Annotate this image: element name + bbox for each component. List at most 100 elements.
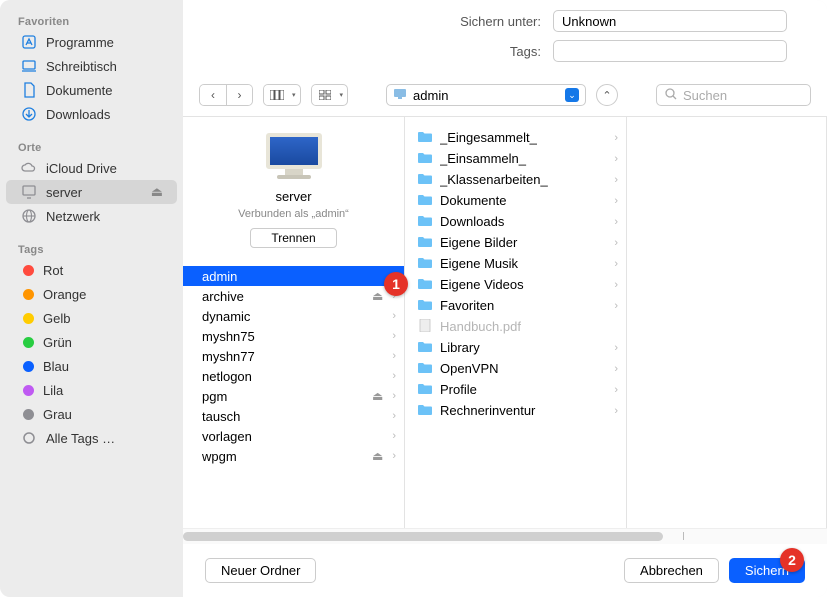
sidebar-tag-gelb[interactable]: Gelb bbox=[6, 306, 177, 330]
view-grid-button[interactable]: ▾ bbox=[311, 84, 349, 106]
folder-icon bbox=[417, 361, 433, 377]
folder-row[interactable]: _Klassenarbeiten_› bbox=[405, 169, 626, 190]
annotation-marker-1: 1 bbox=[384, 272, 408, 296]
chevron-right-icon: › bbox=[614, 279, 618, 291]
path-dropdown-icon: ⌄ bbox=[565, 88, 579, 102]
sidebar-item-dokumente[interactable]: Dokumente bbox=[6, 78, 177, 102]
sidebar-section-favorites: Favoriten bbox=[0, 10, 183, 30]
chevron-right-icon: › bbox=[614, 363, 618, 375]
sidebar-tag-blau[interactable]: Blau bbox=[6, 354, 177, 378]
collapse-button[interactable]: ⌃ bbox=[596, 84, 618, 106]
search-placeholder: Suchen bbox=[683, 88, 727, 103]
tag-dot-icon bbox=[23, 289, 34, 300]
share-row[interactable]: tausch› bbox=[183, 406, 404, 426]
folder-icon bbox=[417, 172, 433, 188]
share-row[interactable]: dynamic› bbox=[183, 306, 404, 326]
sidebar-item-icloud-drive[interactable]: iCloud Drive bbox=[6, 156, 177, 180]
sidebar-item-server[interactable]: server⏏ bbox=[6, 180, 177, 204]
folder-row[interactable]: _Eingesammelt_› bbox=[405, 127, 626, 148]
folder-row[interactable]: _Einsammeln_› bbox=[405, 148, 626, 169]
eject-icon[interactable]: ⏏ bbox=[151, 184, 163, 200]
save-dialog: Favoriten ProgrammeSchreibtischDokumente… bbox=[0, 0, 827, 597]
chevron-right-icon: › bbox=[614, 384, 618, 396]
sidebar-item-schreibtisch[interactable]: Schreibtisch bbox=[6, 54, 177, 78]
cancel-button[interactable]: Abbrechen bbox=[624, 558, 719, 583]
folder-icon bbox=[417, 214, 433, 230]
sidebar-item-programme[interactable]: Programme bbox=[6, 30, 177, 54]
chevron-right-icon: › bbox=[614, 195, 618, 207]
folder-row[interactable]: Favoriten› bbox=[405, 295, 626, 316]
tag-dot-icon bbox=[23, 337, 34, 348]
tags-label: Tags: bbox=[223, 44, 553, 59]
eject-icon[interactable]: ⏏ bbox=[372, 389, 383, 403]
chevron-right-icon: › bbox=[614, 237, 618, 249]
path-popup[interactable]: admin ⌄ bbox=[386, 84, 586, 106]
chevron-right-icon: › bbox=[392, 410, 396, 422]
server-icon bbox=[262, 133, 326, 183]
folder-row[interactable]: Eigene Bilder› bbox=[405, 232, 626, 253]
tags-field[interactable] bbox=[553, 40, 787, 62]
file-icon bbox=[417, 319, 433, 335]
folder-icon bbox=[417, 256, 433, 272]
nav-forward-button[interactable]: › bbox=[226, 85, 252, 105]
share-row[interactable]: vorlagen› bbox=[183, 426, 404, 446]
eject-icon[interactable]: ⏏ bbox=[372, 289, 383, 303]
chevron-right-icon: › bbox=[392, 350, 396, 362]
sidebar: Favoriten ProgrammeSchreibtischDokumente… bbox=[0, 0, 183, 597]
disconnect-button[interactable]: Trennen bbox=[250, 228, 336, 248]
sidebar-tag-lila[interactable]: Lila bbox=[6, 378, 177, 402]
horizontal-scrollbar[interactable] bbox=[183, 528, 827, 544]
chevron-right-icon: › bbox=[614, 300, 618, 312]
all-tags-icon bbox=[20, 429, 38, 447]
display-icon bbox=[20, 183, 38, 201]
folder-row[interactable]: Library› bbox=[405, 337, 626, 358]
chevron-right-icon: › bbox=[614, 132, 618, 144]
folder-row[interactable]: Dokumente› bbox=[405, 190, 626, 211]
share-row[interactable]: myshn75› bbox=[183, 326, 404, 346]
folder-row[interactable]: Profile› bbox=[405, 379, 626, 400]
sidebar-tag-grau[interactable]: Grau bbox=[6, 402, 177, 426]
view-columns-button[interactable]: ▾ bbox=[263, 84, 301, 106]
annotation-marker-2: 2 bbox=[780, 548, 804, 572]
share-row[interactable]: myshn77› bbox=[183, 346, 404, 366]
tag-dot-icon bbox=[23, 313, 34, 324]
share-row[interactable]: admin› bbox=[183, 266, 404, 286]
tag-dot-icon bbox=[23, 265, 34, 276]
footer: Neuer Ordner Abbrechen Sichern bbox=[183, 544, 827, 597]
share-row[interactable]: wpgm⏏› bbox=[183, 446, 404, 466]
share-row[interactable]: netlogon› bbox=[183, 366, 404, 386]
sidebar-tag-orange[interactable]: Orange bbox=[6, 282, 177, 306]
chevron-right-icon: › bbox=[614, 405, 618, 417]
folder-icon bbox=[417, 403, 433, 419]
save-as-label: Sichern unter: bbox=[223, 14, 553, 29]
sidebar-item-all-tags[interactable]: Alle Tags … bbox=[6, 426, 177, 450]
server-status: Verbunden als „admin“ bbox=[238, 208, 349, 220]
folder-icon bbox=[417, 193, 433, 209]
folder-row[interactable]: Eigene Musik› bbox=[405, 253, 626, 274]
folder-row[interactable]: OpenVPN› bbox=[405, 358, 626, 379]
chevron-right-icon: › bbox=[392, 430, 396, 442]
chevron-right-icon: › bbox=[614, 216, 618, 228]
main-panel: Sichern unter: Tags: ‹ › ▾ ▾ admin ⌄ ⌃ bbox=[183, 0, 827, 597]
save-as-field[interactable] bbox=[553, 10, 787, 32]
share-row[interactable]: pgm⏏› bbox=[183, 386, 404, 406]
folder-icon bbox=[417, 340, 433, 356]
folder-row[interactable]: Rechnerinventur› bbox=[405, 400, 626, 421]
search-field[interactable]: Suchen bbox=[656, 84, 811, 106]
sidebar-item-downloads[interactable]: Downloads bbox=[6, 102, 177, 126]
nav-back-button[interactable]: ‹ bbox=[200, 85, 226, 105]
folder-row[interactable]: Downloads› bbox=[405, 211, 626, 232]
save-header: Sichern unter: Tags: bbox=[183, 0, 827, 84]
server-preview: server Verbunden als „admin“ Trennen bbox=[183, 117, 404, 256]
folder-row[interactable]: Eigene Videos› bbox=[405, 274, 626, 295]
sidebar-item-netzwerk[interactable]: Netzwerk bbox=[6, 204, 177, 228]
app-icon bbox=[20, 33, 38, 51]
share-row[interactable]: archive⏏› bbox=[183, 286, 404, 306]
sidebar-tag-rot[interactable]: Rot bbox=[6, 258, 177, 282]
folder-icon bbox=[417, 130, 433, 146]
new-folder-button[interactable]: Neuer Ordner bbox=[205, 558, 316, 583]
eject-icon[interactable]: ⏏ bbox=[372, 449, 383, 463]
nav-back-forward: ‹ › bbox=[199, 84, 253, 106]
server-name: server bbox=[275, 189, 311, 204]
sidebar-tag-grün[interactable]: Grün bbox=[6, 330, 177, 354]
